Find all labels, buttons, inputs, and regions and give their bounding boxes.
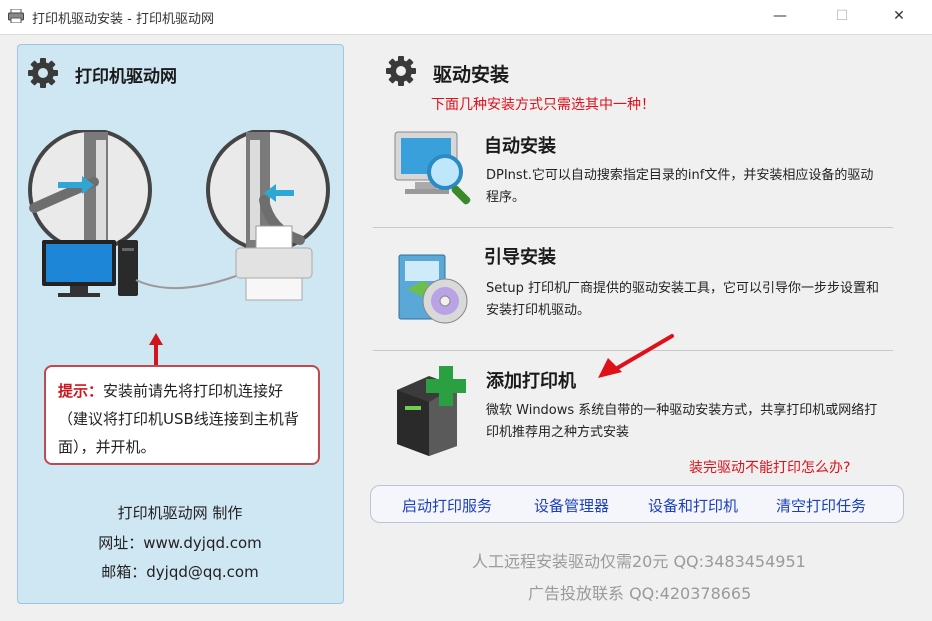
computer-icon: [42, 240, 138, 297]
email-info: 邮箱：dyjqd@qq.com: [101, 563, 259, 581]
gear-icon: [386, 56, 416, 86]
service-toolbar: 启动打印服务 设备管理器 设备和打印机 清空打印任务: [370, 485, 904, 523]
up-arrow-icon: [149, 333, 163, 369]
printer-app-icon: [8, 9, 24, 23]
guided-install-description: Setup 打印机厂商提供的驱动安装工具，它可以引导你一步步设置和安装打印机驱动…: [486, 281, 879, 318]
maker-credit: 打印机驱动网 制作: [117, 504, 243, 522]
tip-box: 提示：安装前请先将打印机连接好（建议将打印机USB线连接到主机背面），并开机。: [44, 365, 320, 465]
add-printer-description: 微软 Windows 系统自带的一种驱动安装方式，共享打印机或网络打印机推荐用之…: [486, 403, 878, 440]
connection-illustration: [28, 130, 330, 301]
gear-icon: [28, 58, 58, 88]
device-manager-button[interactable]: 设备管理器: [534, 495, 609, 516]
setup-cd-icon: [398, 254, 468, 324]
start-print-service-button[interactable]: 启动打印服务: [402, 495, 492, 516]
clear-print-queue-button[interactable]: 清空打印任务: [776, 495, 866, 516]
auto-install-title: 自动安装: [484, 136, 556, 157]
window-title: 打印机驱动安装 - 打印机驱动网: [32, 12, 214, 27]
cannot-print-help-link[interactable]: 装完驱动不能打印怎么办?: [689, 457, 850, 477]
website-info: 网址：www.dyjqd.com: [98, 534, 262, 552]
add-printer-server-icon: [397, 366, 466, 456]
close-button[interactable]: ✕: [889, 6, 909, 26]
port-zoom-left-icon: [28, 130, 152, 252]
monitor-magnifier-icon: [394, 131, 471, 205]
separator: [373, 227, 893, 228]
tip-label: 提示：: [58, 382, 104, 400]
advertising-contact: 广告投放联系 QQ:420378665: [528, 584, 752, 603]
guided-install-title: 引导安装: [484, 247, 556, 268]
left-panel-title: 打印机驱动网: [75, 67, 177, 87]
auto-install-description: DPInst.它可以自动搜索指定目录的inf文件，并安装相应设备的驱动程序。: [486, 168, 874, 205]
minimize-button[interactable]: —: [770, 6, 790, 26]
devices-and-printers-button[interactable]: 设备和打印机: [648, 495, 738, 516]
install-hint: 下面几种安装方式只需选其中一种！: [431, 97, 655, 113]
maximize-button[interactable]: ☐: [832, 6, 852, 26]
install-section-title: 驱动安装: [433, 64, 510, 86]
red-arrow-icon: [598, 334, 674, 378]
window-titlebar: 打印机驱动安装 - 打印机驱动网 — ☐ ✕: [0, 0, 932, 35]
add-printer-title: 添加打印机: [486, 371, 576, 392]
remote-install-ad: 人工远程安装驱动仅需20元 QQ:3483454951: [472, 552, 806, 571]
